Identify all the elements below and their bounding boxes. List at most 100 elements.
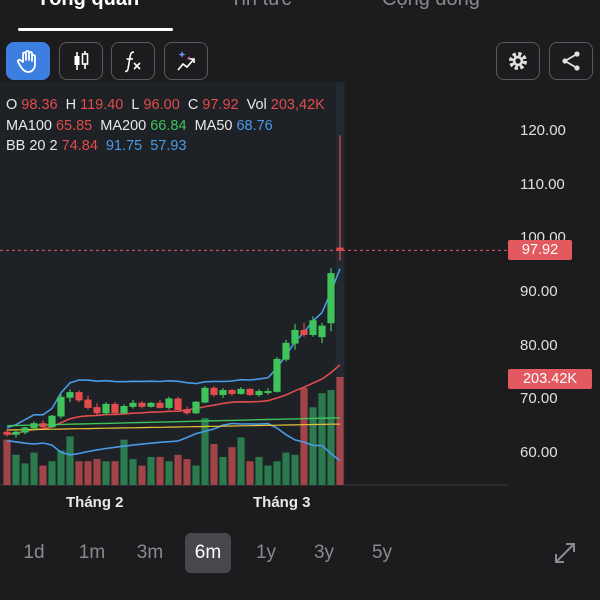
high-label: H xyxy=(65,97,77,113)
volume-bar xyxy=(264,465,272,485)
bb-label: BB 20 2 xyxy=(6,138,58,154)
volume-bar xyxy=(246,461,254,485)
candle-body xyxy=(30,423,38,429)
range-selector: 1d 1m 3m 6m 1y 3y 5y xyxy=(0,533,600,575)
chart-legend: O 98.36 H 119.40 L 96.00 C 97.92 Vol 203,42K … xyxy=(6,95,329,157)
candle-body xyxy=(237,388,245,394)
y-tick-label: 110.00 xyxy=(520,176,565,193)
candle-body xyxy=(327,273,335,324)
high-value: 119.40 xyxy=(80,97,124,113)
volume-bar xyxy=(57,450,65,485)
candle-body xyxy=(3,431,11,435)
candle-body xyxy=(201,387,209,403)
volume-bar xyxy=(183,459,191,485)
candle-body xyxy=(93,407,101,414)
candle-body xyxy=(210,387,218,396)
bb-lower-value: 57.93 xyxy=(150,138,187,154)
range-6m[interactable]: 6m xyxy=(185,533,231,573)
candle-body xyxy=(318,325,326,338)
y-tick-label: 120.00 xyxy=(520,122,566,139)
volume-bar xyxy=(156,456,164,485)
range-3y[interactable]: 3y xyxy=(301,533,347,573)
ma50-value: 68.76 xyxy=(236,117,273,134)
volume-bar xyxy=(165,461,173,485)
candle-body xyxy=(192,401,200,414)
candle-body xyxy=(246,388,254,396)
range-5y[interactable]: 5y xyxy=(359,533,405,573)
volume-label: Vol xyxy=(246,97,267,113)
range-1y[interactable]: 1y xyxy=(243,533,289,573)
volume-value: 203,42K xyxy=(270,97,325,113)
volume-bar xyxy=(210,443,218,485)
candle-body xyxy=(291,329,299,344)
volume-bar xyxy=(39,465,47,485)
bb-upper-value: 74.84 xyxy=(61,138,98,154)
y-tick-label: 70.00 xyxy=(520,390,558,407)
volume-bar xyxy=(48,461,56,485)
candle-body xyxy=(156,402,164,408)
range-1m[interactable]: 1m xyxy=(69,533,115,573)
range-1d[interactable]: 1d xyxy=(11,533,57,573)
low-value: 96.00 xyxy=(143,97,180,113)
volume-bar xyxy=(273,461,281,485)
candle-body xyxy=(174,398,182,411)
y-tick-label: 90.00 xyxy=(520,283,558,300)
volume-bar xyxy=(3,439,11,485)
expand-icon[interactable] xyxy=(553,541,577,565)
last-price-tag: 97.92 xyxy=(508,240,572,260)
volume-bar xyxy=(75,461,83,485)
volume-bar xyxy=(255,456,263,485)
volume-bar xyxy=(318,393,326,485)
volume-bar xyxy=(102,461,110,485)
candle-body xyxy=(219,389,227,396)
volume-bar xyxy=(93,459,101,485)
candle-body xyxy=(12,431,20,435)
candle-body xyxy=(102,403,110,414)
candle-body xyxy=(57,396,65,417)
candle-body xyxy=(138,402,146,407)
candle-body xyxy=(129,402,137,407)
bb-mid-value: 91.75 xyxy=(105,138,143,154)
volume-bar xyxy=(84,461,92,485)
volume-bar xyxy=(138,465,146,485)
volume-bar xyxy=(336,377,344,485)
candle-body xyxy=(120,406,128,414)
candle-body xyxy=(66,392,74,398)
volume-bar xyxy=(147,456,155,485)
volume-bar xyxy=(300,387,308,485)
candle-body xyxy=(309,320,317,336)
volume-bar xyxy=(12,454,20,485)
volume-bar xyxy=(201,418,209,485)
close-value: 97.92 xyxy=(202,97,239,113)
candle-body xyxy=(84,399,92,408)
ma200-label: MA200 xyxy=(100,117,147,134)
volume-bar xyxy=(237,437,245,485)
candle-body xyxy=(264,391,272,394)
candle-body xyxy=(21,427,29,433)
y-tick-label: 80.00 xyxy=(520,337,558,354)
candle-body xyxy=(228,389,236,394)
volume-bar xyxy=(66,436,74,485)
volume-bar xyxy=(282,452,290,485)
volume-bar xyxy=(129,459,137,485)
close-label: C xyxy=(187,97,199,113)
ma50-label: MA50 xyxy=(194,117,233,134)
ma-row: MA100 65.85 MA200 66.84 MA50 68.76 xyxy=(6,116,329,137)
volume-bar xyxy=(192,465,200,485)
y-tick-label: 60.00 xyxy=(520,444,558,461)
volume-bar xyxy=(30,452,38,485)
bb-row: BB 20 2 74.84 91.75 57.93 xyxy=(6,136,329,157)
candle-body xyxy=(39,423,47,428)
candle-body xyxy=(48,415,56,428)
candle-body xyxy=(300,329,308,336)
candle-body xyxy=(183,409,191,414)
ma100-label: MA100 xyxy=(6,117,52,134)
volume-bar xyxy=(219,456,227,485)
volume-bar xyxy=(111,461,119,485)
last-volume-tag: 203.42K xyxy=(508,369,592,389)
candle-body xyxy=(75,392,83,401)
ohlc-row: O 98.36 H 119.40 L 96.00 C 97.92 Vol 203,42K xyxy=(6,95,329,116)
candle-body xyxy=(255,391,263,396)
range-3m[interactable]: 3m xyxy=(127,533,173,573)
candle-body xyxy=(147,402,155,407)
